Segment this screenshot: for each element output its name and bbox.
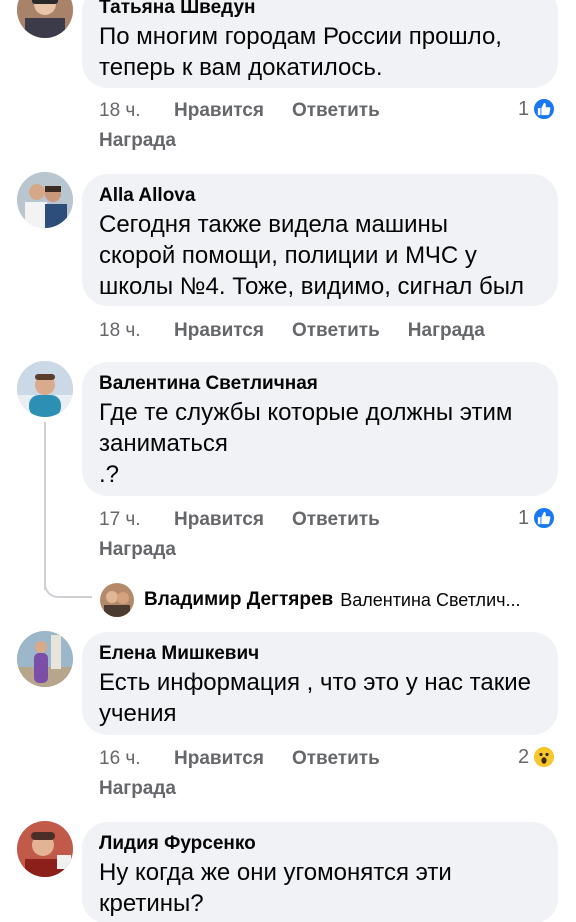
avatar[interactable] (17, 172, 73, 228)
like-icon (532, 506, 557, 530)
reaction-count: 1 (518, 506, 530, 529)
award-button[interactable]: Награда (99, 774, 408, 804)
comment-text: Ну когда же они угомонятся эти кретины? (99, 859, 452, 917)
avatar[interactable] (17, 631, 73, 687)
comment-author[interactable]: Alla Allova (99, 184, 540, 208)
avatar[interactable] (17, 821, 73, 877)
comment-author[interactable]: Елена Мишкевич (99, 642, 540, 666)
comment-actions: 18 ч. Нравится Ответить Награда (99, 316, 513, 346)
comment-actions: 16 ч. Нравится Ответить Награда (99, 744, 408, 804)
like-button[interactable]: Нравится (174, 100, 264, 122)
reaction-count: 1 (518, 97, 530, 120)
comment-text: Где те службы которые должны этим занима… (99, 399, 513, 488)
comment-bubble: Татьяна Шведун По многим городам России … (82, 0, 558, 88)
avatar[interactable] (17, 0, 73, 38)
like-icon (532, 97, 557, 121)
reply-author[interactable]: Владимир Дегтярев (144, 589, 333, 611)
comment-bubble: Alla Allova Сегодня также видела машины … (82, 174, 558, 306)
comment-author[interactable]: Валентина Светличная (99, 372, 540, 396)
comment-bubble: Валентина Светличная Где те службы котор… (82, 362, 558, 496)
comment-bubble: Елена Мишкевич Есть информация , что это… (82, 632, 558, 735)
like-button[interactable]: Нравится (174, 748, 264, 770)
reply-button[interactable]: Ответить (292, 509, 380, 531)
comment-text: По многим городам России прошло, теперь … (99, 23, 502, 81)
wow-icon (532, 745, 557, 769)
like-button[interactable]: Нравится (174, 509, 264, 531)
comment-text: Есть информация , что это у нас такие уч… (99, 669, 531, 727)
comment-author[interactable]: Лидия Фурсенко (99, 832, 540, 856)
comment-time[interactable]: 17 ч. (99, 509, 174, 531)
comment-actions: 18 ч. Нравится Ответить Награда (99, 96, 408, 156)
comment-time[interactable]: 16 ч. (99, 748, 174, 770)
reaction-count: 2 (518, 745, 530, 768)
award-button[interactable]: Награда (99, 126, 408, 156)
comment-actions: 17 ч. Нравится Ответить Награда (99, 505, 408, 565)
like-button[interactable]: Нравится (174, 320, 264, 342)
reply-button[interactable]: Ответить (292, 320, 380, 342)
reply-button[interactable]: Ответить (292, 100, 380, 122)
comment-time[interactable]: 18 ч. (99, 320, 174, 342)
reply-button[interactable]: Ответить (292, 748, 380, 770)
reply-snippet[interactable]: Валентина Светлич... (340, 590, 520, 611)
reaction-summary[interactable]: 1 (518, 97, 557, 121)
avatar[interactable] (100, 583, 134, 617)
award-button[interactable]: Награда (408, 320, 485, 342)
comment-text: Сегодня также видела машины скорой помощ… (99, 211, 524, 300)
avatar[interactable] (17, 361, 73, 417)
thread-connector (44, 560, 92, 598)
reaction-summary[interactable]: 2 (518, 745, 557, 769)
award-button[interactable]: Награда (99, 535, 408, 565)
comment-bubble: Лидия Фурсенко Ну когда же они угомонятс… (82, 822, 558, 922)
reply-preview[interactable]: Владимир Дегтярев Валентина Светлич... (100, 583, 521, 617)
reaction-summary[interactable]: 1 (518, 506, 557, 530)
comment-time[interactable]: 18 ч. (99, 100, 174, 122)
comment-author[interactable]: Татьяна Шведун (99, 0, 540, 20)
